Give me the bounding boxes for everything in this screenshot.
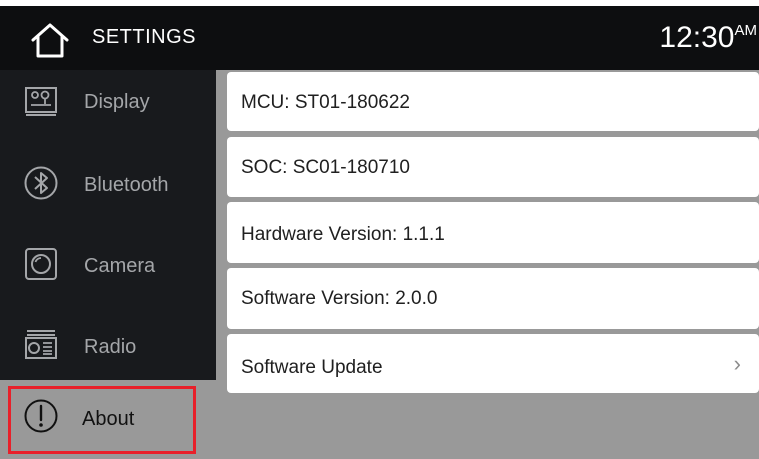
settings-screen: SETTINGS 12:30AM Display Bluetooth Camer… <box>0 0 759 459</box>
sidebar-item-label: Bluetooth <box>84 174 169 196</box>
camera-icon <box>23 246 59 282</box>
sidebar-item-camera[interactable]: Camera <box>0 222 216 302</box>
software-update-label: Software Update <box>241 357 383 378</box>
sidebar-item-about[interactable]: About <box>0 380 216 459</box>
software-version-row: Software Version: 2.0.0 <box>227 268 759 329</box>
soc-value: SOC: SC01-180710 <box>241 157 410 178</box>
top-bar: SETTINGS 12:30AM <box>0 6 759 70</box>
sidebar-item-bluetooth[interactable]: Bluetooth <box>0 142 216 222</box>
home-icon[interactable] <box>28 20 72 60</box>
sidebar-item-label: About <box>82 408 135 430</box>
sidebar-item-label: Radio <box>84 336 137 358</box>
software-version-value: Software Version: 2.0.0 <box>241 288 438 309</box>
clock: 12:30AM <box>659 21 757 55</box>
mcu-row: MCU: ST01-180622 <box>227 72 759 131</box>
sidebar-item-label: Display <box>84 91 150 113</box>
display-icon <box>23 84 59 120</box>
clock-ampm: AM <box>734 22 758 39</box>
sidebar-item-label: Camera <box>84 255 156 277</box>
sidebar-item-display[interactable]: Display <box>0 70 216 142</box>
bluetooth-icon <box>23 165 59 201</box>
sidebar: Display Bluetooth Camera Radio About <box>0 70 216 459</box>
chevron-right-icon: › <box>733 351 741 376</box>
clock-time: 12:30 <box>659 21 735 54</box>
about-panel: MCU: ST01-180622 SOC: SC01-180710 Hardwa… <box>216 70 759 459</box>
hardware-version-value: Hardware Version: 1.1.1 <box>241 224 445 245</box>
sidebar-item-radio[interactable]: Radio <box>0 302 216 380</box>
info-icon <box>23 398 59 434</box>
radio-icon <box>23 325 59 361</box>
page-title: SETTINGS <box>92 26 197 48</box>
mcu-value: MCU: ST01-180622 <box>241 92 410 113</box>
software-update-row[interactable]: Software Update › <box>227 334 759 393</box>
hardware-version-row: Hardware Version: 1.1.1 <box>227 202 759 263</box>
soc-row: SOC: SC01-180710 <box>227 137 759 197</box>
